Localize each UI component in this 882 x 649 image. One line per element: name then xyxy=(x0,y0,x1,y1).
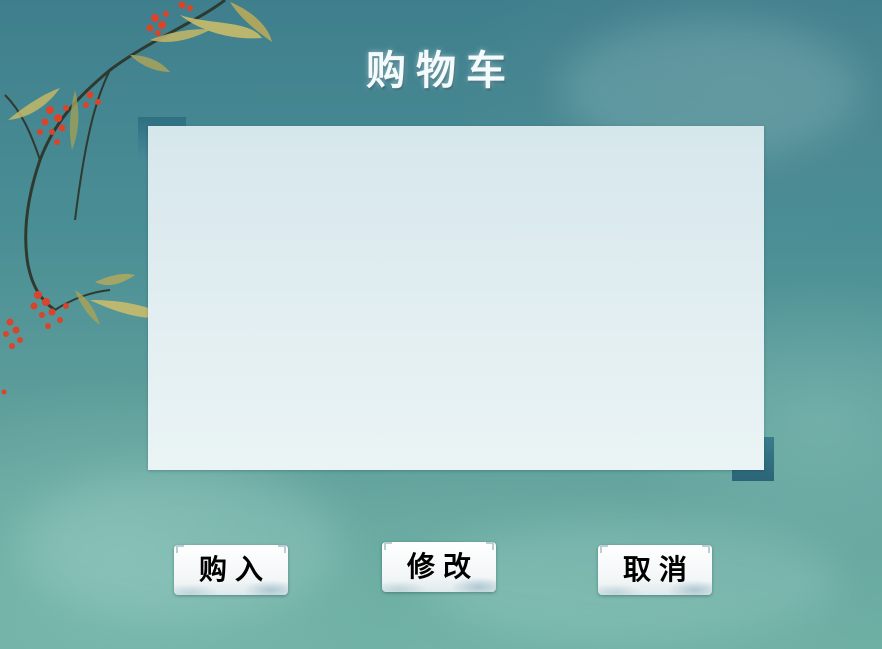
cart-content-area xyxy=(148,126,764,470)
buy-button[interactable]: 购入 xyxy=(174,545,288,595)
page-title: 购物车 xyxy=(366,47,516,94)
cart-panel-frame xyxy=(138,117,774,481)
edit-button[interactable]: 修改 xyxy=(382,542,496,592)
cancel-button[interactable]: 取消 xyxy=(598,545,712,595)
